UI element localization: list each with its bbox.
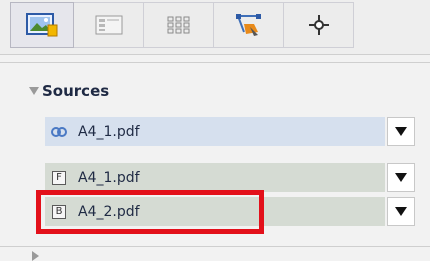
bottom-divider <box>0 246 430 247</box>
section-title: Sources <box>42 82 110 100</box>
letter-badge: F <box>52 170 66 185</box>
source-row[interactable]: A4_1.pdf <box>45 117 415 146</box>
dropdown-arrow-icon <box>395 173 407 182</box>
source-filename: A4_1.pdf <box>78 123 140 140</box>
collapse-triangle-icon[interactable] <box>29 87 39 95</box>
source-dropdown-button[interactable] <box>387 117 415 146</box>
tab-layout[interactable] <box>74 2 144 48</box>
link-icon <box>51 124 67 140</box>
source-row-body[interactable]: F A4_1.pdf <box>45 163 385 192</box>
toolbar-divider <box>0 62 430 63</box>
toolbar <box>0 0 430 55</box>
source-row[interactable]: F A4_1.pdf <box>45 163 415 192</box>
path-edit-icon <box>234 12 264 38</box>
tab-path[interactable] <box>214 2 284 48</box>
tab-strip <box>10 2 354 50</box>
source-dropdown-button[interactable] <box>387 197 415 226</box>
sources-panel: Sources A4_1.pdf F A4_1.pdf B A4_2.pdf <box>0 0 430 261</box>
expand-triangle-icon[interactable] <box>32 251 39 261</box>
source-row-body[interactable]: A4_1.pdf <box>45 117 385 146</box>
highlight-annotation <box>36 190 264 234</box>
source-dropdown-button[interactable] <box>387 163 415 192</box>
tab-grid[interactable] <box>144 2 214 48</box>
dotted-grid-icon <box>166 14 192 36</box>
crosshair-icon <box>307 13 331 37</box>
tab-image[interactable] <box>10 2 74 48</box>
layout-grid-icon <box>95 14 123 36</box>
image-landscape-icon <box>26 12 58 38</box>
sources-header[interactable]: Sources <box>29 81 109 101</box>
source-filename: A4_1.pdf <box>78 169 140 186</box>
dropdown-arrow-icon <box>395 207 407 216</box>
tab-crosshair[interactable] <box>284 2 354 48</box>
dropdown-arrow-icon <box>395 127 407 136</box>
letter-f-icon: F <box>51 170 67 186</box>
